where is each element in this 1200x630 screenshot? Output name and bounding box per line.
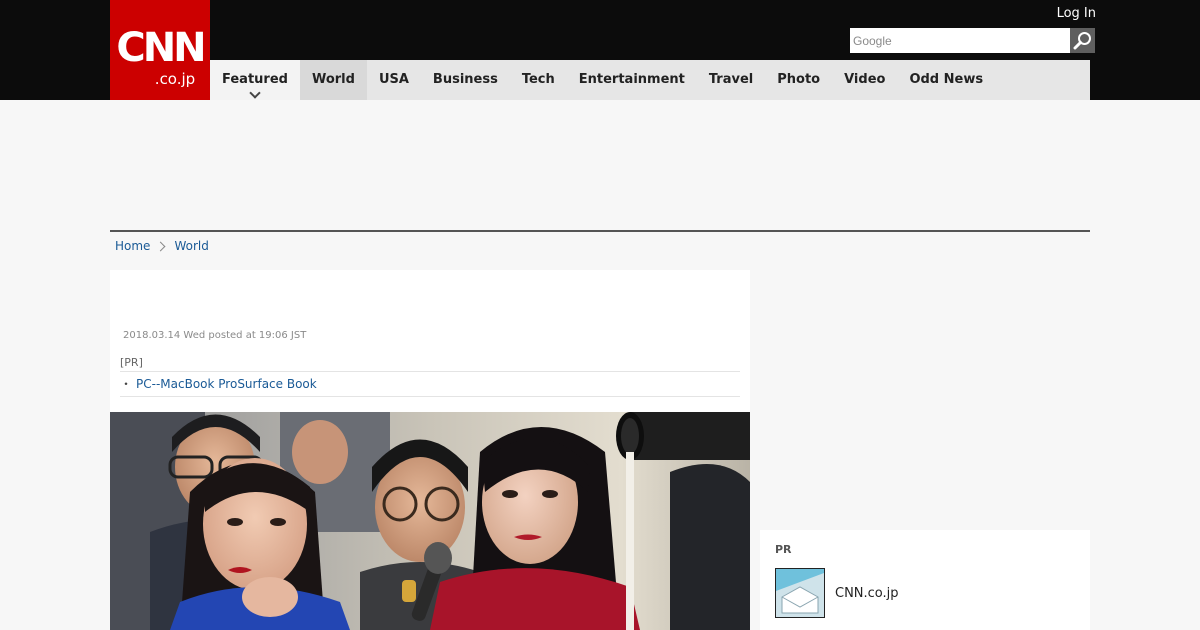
nav-usa[interactable]: USA xyxy=(367,60,421,100)
nav-photo-label: Photo xyxy=(777,72,821,87)
logo-main-text: CNN xyxy=(116,25,206,71)
nav-travel[interactable]: Travel xyxy=(697,60,765,100)
nav-entertainment[interactable]: Entertainment xyxy=(567,60,697,100)
nav-business-label: Business xyxy=(432,72,498,87)
article-card: 2018.03.14 Wed posted at 19:06 JST [PR] … xyxy=(110,270,750,630)
breadcrumb: Home World xyxy=(115,238,209,254)
search-icon xyxy=(1073,32,1091,50)
nav-business[interactable]: Business xyxy=(421,60,510,100)
nav-odd-news-label: Odd News xyxy=(909,72,984,87)
press-photo-image xyxy=(110,412,750,630)
sidebar-pr-box: PR CNN.co.jp xyxy=(760,530,1090,630)
nav-tech-label: Tech xyxy=(521,72,555,87)
nav-usa-label: USA xyxy=(378,72,409,87)
search-input[interactable] xyxy=(850,28,1070,53)
pr-link[interactable]: PC--MacBook ProSurface Book xyxy=(136,377,317,391)
nav-featured[interactable]: Featured xyxy=(210,60,300,100)
main-nav: Featured World USA Business Tech Enterta… xyxy=(210,60,1090,100)
pr-link-row: ・ PC--MacBook ProSurface Book xyxy=(120,375,740,393)
breadcrumb-home[interactable]: Home xyxy=(115,238,150,254)
posted-timestamp: 2018.03.14 Wed posted at 19:06 JST xyxy=(123,330,307,341)
pr-tag: [PR] xyxy=(120,356,740,372)
envelope-thumbnail-icon[interactable] xyxy=(775,568,825,618)
pr-block: [PR] ・ PC--MacBook ProSurface Book xyxy=(120,356,740,397)
nav-entertainment-label: Entertainment xyxy=(578,72,685,87)
nav-world-label: World xyxy=(311,72,355,87)
envelope-icon xyxy=(776,569,824,617)
logo-sub-text: .co.jp xyxy=(154,70,196,88)
sidebar-pr-title: PR xyxy=(775,543,792,556)
sidebar-pr-name[interactable]: CNN.co.jp xyxy=(835,586,899,602)
login-link[interactable]: Log In xyxy=(1040,6,1096,22)
breadcrumb-world[interactable]: World xyxy=(174,238,208,254)
nav-video[interactable]: Video xyxy=(832,60,897,100)
nav-featured-label: Featured xyxy=(222,72,288,87)
nav-tech[interactable]: Tech xyxy=(510,60,567,100)
nav-travel-label: Travel xyxy=(708,72,754,87)
search-button[interactable] xyxy=(1070,28,1095,53)
nav-world[interactable]: World xyxy=(299,60,367,100)
nav-video-label: Video xyxy=(844,72,886,87)
nav-photo[interactable]: Photo xyxy=(765,60,832,100)
content-divider xyxy=(110,230,1090,232)
cnn-logo[interactable]: CNN .co.jp xyxy=(110,0,210,100)
pr-bullet: ・ xyxy=(120,377,133,391)
chevron-down-icon xyxy=(249,87,261,99)
nav-odd-news[interactable]: Odd News xyxy=(897,60,995,100)
chevron-right-icon xyxy=(155,241,166,251)
